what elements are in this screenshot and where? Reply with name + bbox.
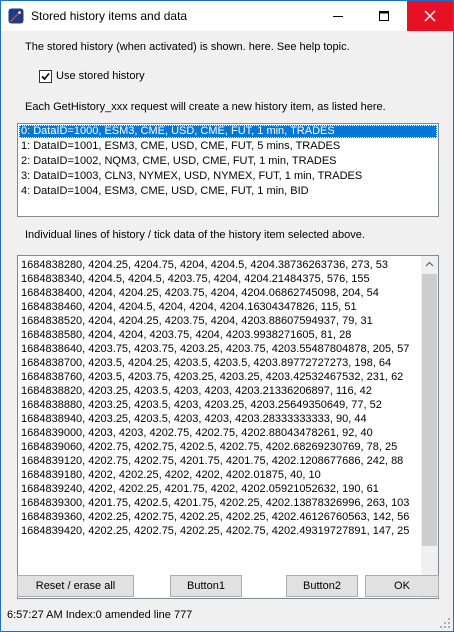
resize-grip-icon[interactable] bbox=[439, 617, 451, 629]
data-line: 1684839000, 4203, 4203, 4202.75, 4202.75… bbox=[21, 427, 373, 439]
data-line: 1684838820, 4203.25, 4203.5, 4203, 4203,… bbox=[21, 385, 372, 397]
scrollbar-thumb[interactable] bbox=[422, 274, 437, 546]
button1[interactable]: Button1 bbox=[170, 575, 242, 597]
data-line: 1684838640, 4203.75, 4203.75, 4203.25, 4… bbox=[21, 343, 410, 355]
use-stored-history-label[interactable]: Use stored history bbox=[56, 70, 145, 82]
request-info-text: Each GetHistory_xxx request will create … bbox=[25, 101, 386, 113]
data-line: 1684838520, 4204, 4204.25, 4203.75, 4204… bbox=[21, 315, 373, 327]
history-item-0[interactable]: 0: DataID=1000, ESM3, CME, USD, CME, FUT… bbox=[19, 125, 437, 138]
maximize-button[interactable] bbox=[361, 1, 407, 31]
chevron-up-icon bbox=[425, 261, 434, 267]
history-item-3[interactable]: 3: DataID=1003, CLN3, NYMEX, USD, NYMEX,… bbox=[19, 170, 437, 183]
window-title: Stored history items and data bbox=[31, 9, 188, 23]
data-line: 1684838400, 4204, 4204.25, 4203.75, 4204… bbox=[21, 287, 379, 299]
data-line: 1684838700, 4203.5, 4204.25, 4203.5, 420… bbox=[21, 357, 392, 369]
close-button[interactable] bbox=[407, 1, 453, 31]
vertical-scrollbar[interactable] bbox=[421, 256, 438, 598]
lines-label: Individual lines of history / tick data … bbox=[25, 229, 365, 241]
close-icon bbox=[424, 10, 436, 22]
status-text: 6:57:27 AM Index:0 amended line 777 bbox=[7, 609, 193, 621]
data-line: 1684839240, 4202, 4202.25, 4201.75, 4202… bbox=[21, 483, 379, 495]
window-content: The stored history (when activated) is s… bbox=[1, 31, 453, 631]
app-icon bbox=[8, 8, 24, 24]
data-line: 1684839060, 4202.75, 4202.75, 4202.5, 42… bbox=[21, 441, 398, 453]
scroll-up-button[interactable] bbox=[421, 256, 438, 273]
reset-erase-all-button[interactable]: Reset / erase all bbox=[17, 575, 134, 597]
history-item-4[interactable]: 4: DataID=1004, ESM3, CME, USD, CME, FUT… bbox=[19, 185, 437, 198]
info-text: The stored history (when activated) is s… bbox=[25, 41, 350, 53]
data-line: 1684839180, 4202, 4202.25, 4202, 4202, 4… bbox=[21, 469, 321, 481]
history-item-1[interactable]: 1: DataID=1001, ESM3, CME, USD, CME, FUT… bbox=[19, 140, 437, 153]
maximize-icon bbox=[379, 11, 389, 21]
history-item-2[interactable]: 2: DataID=1002, NQM3, CME, USD, CME, FUT… bbox=[19, 155, 437, 168]
minimize-button[interactable] bbox=[315, 1, 361, 31]
data-line: 1684839360, 4202.25, 4202.75, 4202.25, 4… bbox=[21, 511, 410, 523]
data-line: 1684838580, 4204, 4204, 4203.75, 4204, 4… bbox=[21, 329, 352, 341]
data-line: 1684839120, 4202.75, 4202.75, 4201.75, 4… bbox=[21, 455, 404, 467]
data-line: 1684838340, 4204.5, 4204.5, 4203.75, 420… bbox=[21, 273, 370, 285]
data-line: 1684838460, 4204, 4204.5, 4204, 4204, 42… bbox=[21, 301, 357, 313]
use-stored-history-checkbox[interactable] bbox=[39, 70, 52, 83]
checkmark-icon bbox=[41, 72, 50, 81]
ok-button[interactable]: OK bbox=[365, 575, 439, 597]
history-items-listbox[interactable]: 0: DataID=1000, ESM3, CME, USD, CME, FUT… bbox=[17, 123, 439, 217]
minimize-icon bbox=[333, 16, 343, 17]
stored-history-window: Stored history items and data The stored… bbox=[0, 0, 454, 632]
data-line: 1684838940, 4203.25, 4203.5, 4203, 4203,… bbox=[21, 413, 367, 425]
data-line: 1684839300, 4201.75, 4202.5, 4201.75, 42… bbox=[21, 497, 410, 509]
data-line: 1684838760, 4203.5, 4203.75, 4203.25, 42… bbox=[21, 371, 404, 383]
title-bar[interactable]: Stored history items and data bbox=[1, 1, 453, 31]
history-lines-textbox[interactable]: 1684838280, 4204.25, 4204.75, 4204, 4204… bbox=[17, 255, 439, 599]
data-line: 1684838280, 4204.25, 4204.75, 4204, 4204… bbox=[21, 259, 389, 271]
data-line: 1684838880, 4203.25, 4203.5, 4203, 4203.… bbox=[21, 399, 382, 411]
button2[interactable]: Button2 bbox=[286, 575, 358, 597]
data-line: 1684839420, 4202.25, 4202.75, 4202.25, 4… bbox=[21, 525, 410, 537]
